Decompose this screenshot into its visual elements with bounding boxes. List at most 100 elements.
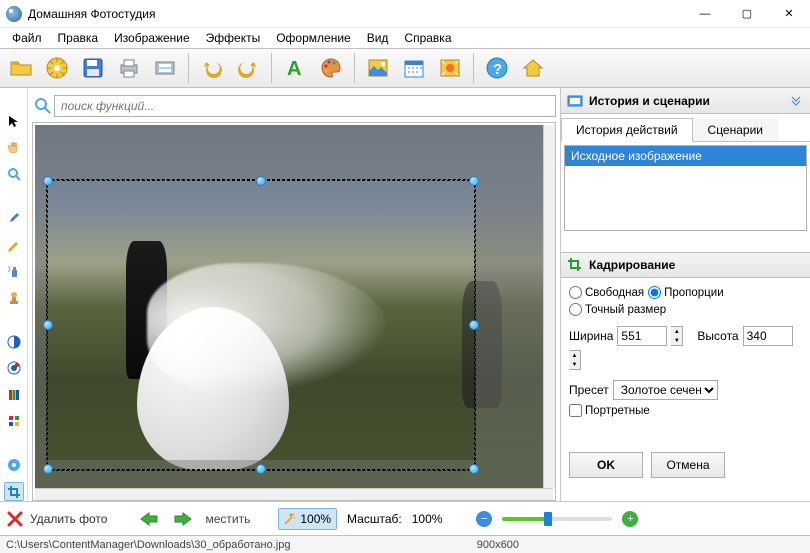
menu-effects[interactable]: Эффекты: [198, 29, 269, 47]
zoom-slider-thumb[interactable]: [544, 512, 552, 526]
history-panel-header: История и сценарии: [561, 88, 810, 114]
opt-free[interactable]: Свободная: [569, 286, 644, 299]
redo-button[interactable]: [231, 51, 265, 85]
opt-exact[interactable]: Точный размер: [569, 303, 666, 316]
pointer-tool[interactable]: [4, 112, 24, 131]
menu-edit[interactable]: Правка: [50, 29, 107, 47]
crop-handle-n[interactable]: [256, 176, 266, 186]
fit-label: местить: [205, 512, 250, 526]
history-item[interactable]: Исходное изображение: [565, 146, 806, 166]
open-file-button[interactable]: [4, 51, 38, 85]
menu-decorate[interactable]: Оформление: [268, 29, 358, 47]
fx-tool[interactable]: [4, 456, 24, 475]
calendar-button[interactable]: [397, 51, 431, 85]
menubar: Файл Правка Изображение Эффекты Оформлен…: [0, 28, 810, 48]
app-title: Домашняя Фотостудия: [28, 7, 155, 21]
height-spinner[interactable]: ▲▼: [569, 350, 581, 370]
crop-handle-e[interactable]: [469, 320, 479, 330]
zoom-tool[interactable]: [4, 165, 24, 184]
crop-handle-nw[interactable]: [43, 176, 53, 186]
save-button[interactable]: [76, 51, 110, 85]
help-button[interactable]: ?: [480, 51, 514, 85]
history-tabs: История действий Сценарии: [561, 118, 810, 142]
app-icon: [6, 6, 22, 22]
print-button[interactable]: [112, 51, 146, 85]
wand-icon: [284, 513, 296, 525]
canvas-scrollbar-h[interactable]: [35, 488, 553, 500]
canvas-scrollbar-v[interactable]: [543, 125, 555, 488]
panel-collapse-button[interactable]: [788, 93, 804, 109]
crop-rectangle[interactable]: [47, 180, 475, 470]
zoom-slider[interactable]: [502, 517, 612, 521]
preset-select[interactable]: Золотое сечение: [613, 380, 718, 400]
portrait-checkbox[interactable]: Портретные: [569, 404, 650, 417]
width-label: Ширина: [569, 329, 613, 343]
menu-help[interactable]: Справка: [396, 29, 459, 47]
delete-photo-button[interactable]: Удалить фото: [6, 510, 107, 528]
menu-file[interactable]: Файл: [4, 29, 50, 47]
bottom-bar: Удалить фото местить 100% Масштаб: 100% …: [0, 501, 810, 535]
height-label: Высота: [697, 329, 738, 343]
text-tool-button[interactable]: A: [278, 51, 312, 85]
rgb-tool[interactable]: [4, 385, 24, 404]
search-bar: [32, 92, 556, 120]
status-bar: C:\Users\ContentManager\Downloads\30_обр…: [0, 535, 810, 553]
home-button[interactable]: [516, 51, 550, 85]
effects-button[interactable]: [433, 51, 467, 85]
crop-handle-sw[interactable]: [43, 464, 53, 474]
stamp-tool[interactable]: [4, 289, 24, 308]
channels-tool[interactable]: [4, 412, 24, 431]
crop-tool[interactable]: [4, 482, 24, 501]
left-tool-strip: [0, 88, 28, 501]
tab-scenarios[interactable]: Сценарии: [693, 118, 778, 141]
prev-photo-button[interactable]: [137, 509, 161, 529]
crop-handle-ne[interactable]: [469, 176, 479, 186]
opt-proportions[interactable]: Пропорции: [648, 286, 724, 299]
svg-text:?: ?: [493, 61, 502, 78]
search-input[interactable]: [54, 95, 556, 117]
crop-handle-se[interactable]: [469, 464, 479, 474]
scan-button[interactable]: [148, 51, 182, 85]
minimize-button[interactable]: —: [684, 0, 726, 28]
contrast-tool[interactable]: [4, 332, 24, 351]
tab-history[interactable]: История действий: [561, 118, 693, 142]
brush-tool[interactable]: [4, 209, 24, 228]
canvas-area[interactable]: [32, 122, 556, 501]
menu-view[interactable]: Вид: [359, 29, 397, 47]
maximize-button[interactable]: ▢: [726, 0, 768, 28]
history-title: История и сценарии: [589, 94, 710, 108]
catalog-button[interactable]: [40, 51, 74, 85]
palette-button[interactable]: [314, 51, 348, 85]
close-button[interactable]: ✕: [768, 0, 810, 28]
hand-tool[interactable]: [4, 139, 24, 158]
undo-button[interactable]: [195, 51, 229, 85]
width-spinner[interactable]: ▲▼: [671, 326, 683, 346]
crop-title: Кадрирование: [589, 258, 675, 272]
hue-tool[interactable]: [4, 359, 24, 378]
spray-tool[interactable]: [4, 262, 24, 281]
zoom-actual-button[interactable]: 100%: [278, 508, 337, 530]
history-list[interactable]: Исходное изображение: [564, 145, 807, 231]
cancel-button[interactable]: Отмена: [651, 452, 725, 478]
svg-text:A: A: [287, 58, 301, 80]
zoom-in-button[interactable]: +: [622, 511, 638, 527]
right-panel: История и сценарии История действий Сцен…: [560, 88, 810, 501]
image-button[interactable]: [361, 51, 395, 85]
zoom-label: Масштаб:: [347, 512, 402, 526]
width-input[interactable]: [617, 326, 667, 346]
height-input[interactable]: [743, 326, 793, 346]
ok-button[interactable]: OK: [569, 452, 643, 478]
status-dimensions: 900x600: [477, 539, 519, 551]
crop-panel-header: Кадрирование: [561, 252, 810, 278]
preset-label: Пресет: [569, 383, 609, 397]
crop-icon: [567, 257, 583, 273]
zoom-out-button[interactable]: −: [476, 511, 492, 527]
delete-icon: [6, 510, 24, 528]
crop-handle-w[interactable]: [43, 320, 53, 330]
titlebar: Домашняя Фотостудия — ▢ ✕: [0, 0, 810, 28]
crop-form: Свободная Пропорции Точный размер Ширина…: [561, 278, 810, 486]
menu-image[interactable]: Изображение: [106, 29, 198, 47]
next-photo-button[interactable]: [171, 509, 195, 529]
crop-handle-s[interactable]: [256, 464, 266, 474]
pencil-tool[interactable]: [4, 235, 24, 254]
